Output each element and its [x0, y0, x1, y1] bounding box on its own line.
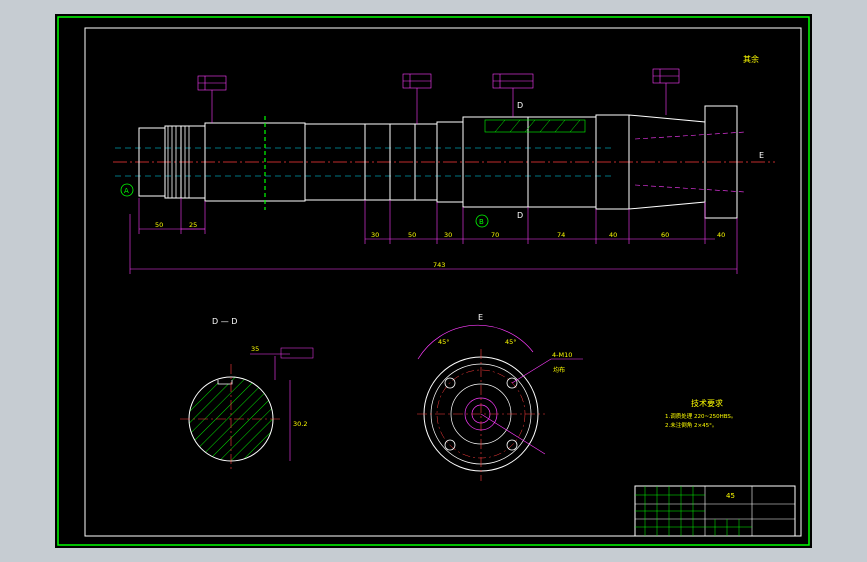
- svg-text:A: A: [124, 187, 129, 195]
- shaft-drawing: 其余 D D A B E 50 25 30 50 30 70 74 40 60 …: [57, 16, 810, 546]
- view-e: E 45° 45° 4-M10 均布: [417, 313, 583, 481]
- tech-req-line1: 1.调质处理 220~250HBS。: [665, 412, 736, 420]
- cad-canvas: 其余 D D A B E 50 25 30 50 30 70 74 40 60 …: [55, 14, 812, 548]
- inner-border: [84, 27, 802, 537]
- section-d-top: D: [517, 101, 523, 110]
- outer-border: [57, 16, 810, 546]
- hole-note: 4-M10: [552, 351, 572, 359]
- section-dd: D — D 35 30.2: [180, 317, 314, 469]
- dim-10: 40: [717, 231, 725, 239]
- tech-req-title: 技术要求: [691, 398, 723, 408]
- section-dd-title: D — D: [212, 317, 237, 326]
- shaft-main-view: D D A B E: [113, 68, 775, 228]
- dim-4: 50: [408, 231, 416, 239]
- material-label: 45: [726, 492, 735, 500]
- dim-5: 30: [444, 231, 452, 239]
- svg-text:45°: 45°: [438, 338, 450, 346]
- dd-dim-height: 30.2: [293, 420, 307, 428]
- roughness-note: 其余: [743, 54, 759, 64]
- view-e-arrow: E: [759, 151, 764, 160]
- dd-dim-width: 35: [251, 345, 259, 353]
- dim-9: 60: [661, 231, 669, 239]
- dim-8: 40: [609, 231, 617, 239]
- dim-1: 50: [155, 221, 163, 229]
- svg-text:B: B: [479, 218, 484, 226]
- dim-6: 70: [491, 231, 499, 239]
- dim-total: 743: [433, 261, 445, 269]
- circle-note: 均布: [553, 366, 565, 374]
- section-d-bottom: D: [517, 211, 523, 220]
- dim-2: 25: [189, 221, 197, 229]
- dim-3: 30: [371, 231, 379, 239]
- dim-7: 74: [557, 231, 565, 239]
- view-e-title: E: [478, 313, 483, 322]
- title-block: 45: [634, 485, 796, 537]
- tech-req-line2: 2.未注倒角 2×45°。: [665, 421, 717, 429]
- svg-text:45°: 45°: [505, 338, 517, 346]
- technical-requirements: 技术要求 1.调质处理 220~250HBS。 2.未注倒角 2×45°。: [665, 398, 736, 429]
